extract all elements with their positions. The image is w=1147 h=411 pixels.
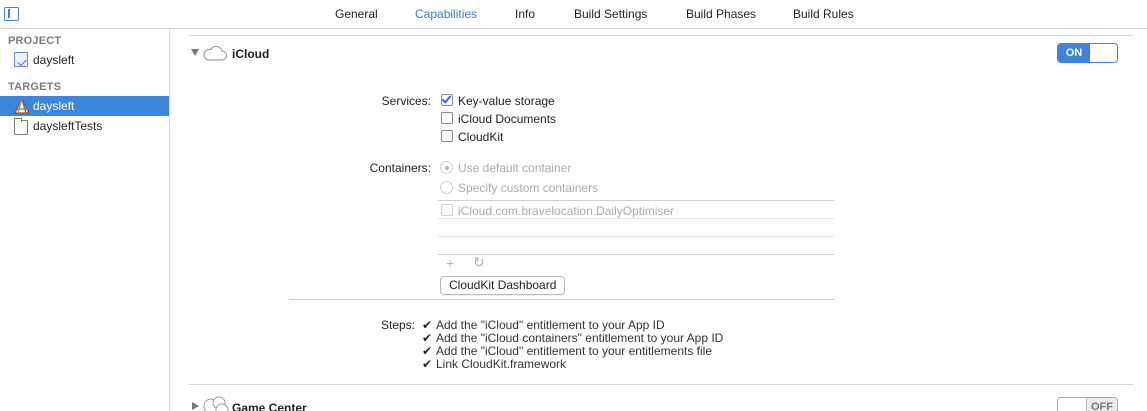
sidebar-item-project[interactable]: daysleft [0,50,169,70]
editor-tab-bar: General Capabilities Info Build Settings… [0,0,1147,29]
refresh-containers-icon[interactable]: ↻ [473,254,485,271]
specify-custom-containers-radio[interactable] [440,181,453,194]
game-center-toggle[interactable]: OFF [1057,397,1118,411]
sidebar-item-label: daysleft [33,99,75,113]
sidebar-item-target-daysleftTests[interactable]: daysleftTests [0,116,169,136]
step-check-icon: ✔ [422,344,433,358]
targets-section-header: TARGETS [8,81,62,93]
key-value-storage-label: Key-value storage [458,94,555,108]
step-text: Add the "iCloud" entitlement to your App… [436,318,665,332]
container-identifier: iCloud.com.bravelocation.DailyOptimiser [458,204,675,218]
use-default-container-radio[interactable] [440,161,453,174]
services-label: Services: [381,94,431,108]
step-text: Add the "iCloud containers" entitlement … [436,331,724,345]
specify-custom-containers-label: Specify custom containers [458,181,599,195]
tab-info[interactable]: Info [515,7,535,21]
cloudkit-dashboard-button[interactable]: CloudKit Dashboard [440,276,566,295]
test-bundle-icon [14,118,28,135]
container-list-bottom-border [438,254,834,255]
cloud-icon [203,46,227,61]
navigator-toggle-icon[interactable] [4,7,19,21]
step-text: Link CloudKit.framework [436,357,567,371]
game-center-title: Game Center [232,401,307,411]
disclosure-expanded-icon[interactable] [191,49,199,56]
icloud-toggle[interactable]: ON [1057,43,1118,63]
project-file-icon [14,52,28,67]
key-value-storage-checkbox[interactable] [441,93,453,106]
step-check-icon: ✔ [422,331,433,345]
step-check-icon: ✔ [422,357,433,371]
sidebar-item-label: daysleft [33,53,75,67]
sidebar-item-target-daysleft[interactable]: daysleft [0,96,169,116]
add-container-icon[interactable]: + [446,255,454,271]
section-divider [188,35,1133,36]
sidebar-item-label: daysleftTests [33,119,103,133]
icloud-documents-checkbox[interactable] [441,112,453,124]
step-text: Add the "iCloud" entitlement to your ent… [436,344,712,358]
cloudkit-label: CloudKit [458,130,504,144]
cloudkit-checkbox[interactable] [441,130,453,142]
tab-build-rules[interactable]: Build Rules [793,7,854,21]
app-target-icon [14,97,30,114]
tab-build-settings[interactable]: Build Settings [574,7,647,21]
tab-capabilities[interactable]: Capabilities [415,7,477,21]
container-checkbox[interactable] [441,204,453,216]
project-targets-sidebar: PROJECT daysleft TARGETS daysleft daysle… [0,29,170,411]
icloud-documents-label: iCloud Documents [458,112,557,126]
capabilities-pane: iCloud ON Services: Key-value storage iC… [171,29,1147,411]
container-list-row-divider [438,218,834,219]
game-center-icon [203,396,229,411]
steps-divider [289,299,835,300]
containers-label: Containers: [369,161,431,175]
use-default-container-label: Use default container [458,161,572,175]
toggle-off-label: OFF [1086,398,1117,411]
tab-general[interactable]: General [335,7,378,21]
icloud-title: iCloud [232,47,270,61]
disclosure-collapsed-icon[interactable] [192,402,199,410]
container-list-row-divider [438,236,834,237]
project-section-header: PROJECT [8,35,62,47]
tab-build-phases[interactable]: Build Phases [686,7,756,21]
container-list-top-border [438,200,834,201]
section-divider [188,384,1133,385]
steps-label: Steps: [380,318,415,332]
checkmark-icon [441,93,452,104]
toggle-on-label: ON [1058,44,1090,62]
radio-dot [444,165,449,170]
step-check-icon: ✔ [422,318,433,332]
